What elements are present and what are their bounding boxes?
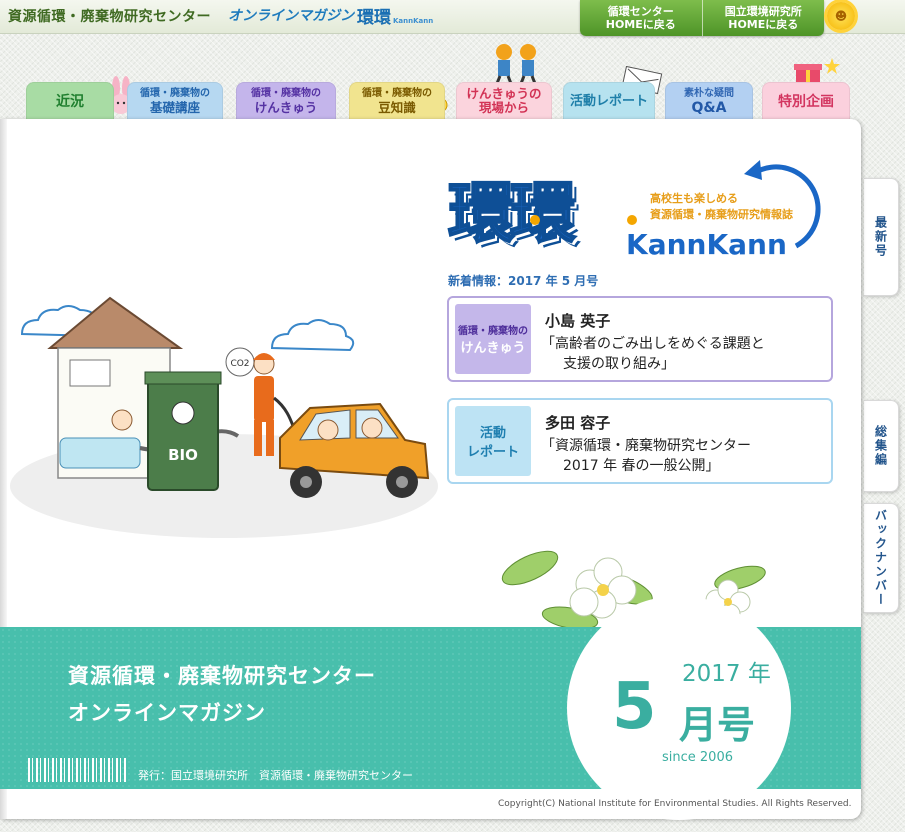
nies-home-line1: 国立環境研究所 — [724, 5, 802, 18]
news-label: 新着情報：2017 年 5 月号 — [448, 274, 599, 288]
news-title-line2: 2017 年 春の一般公開」 — [563, 458, 720, 474]
nies-home-button[interactable]: 国立環境研究所 HOMEに戻る — [701, 0, 825, 36]
logo-dot — [627, 215, 637, 225]
co2-label: CO2 — [230, 359, 249, 369]
news-author: 小島 英子 — [545, 312, 611, 330]
news-card-research[interactable]: 循環・廃棄物の けんきゅう 小島 英子 「高齢者のごみ出しをめぐる課題と 支援の… — [447, 296, 833, 382]
news-card-badge: 循環・廃棄物の けんきゅう — [455, 304, 531, 374]
news-card-report[interactable]: 活動 レポート 多田 容子 「資源循環・廃棄物研究センター 2017 年 春の一… — [447, 398, 833, 484]
news-author: 多田 容子 — [545, 414, 611, 432]
issue-since: since 2006 — [662, 750, 733, 765]
issue-number: 5 — [612, 670, 657, 744]
news-title-line1: 「高齢者のごみ出しをめぐる課題と — [541, 336, 765, 352]
side-tab-latest[interactable]: 最新号 — [864, 178, 899, 296]
magazine-title[interactable]: オンラインマガジン — [228, 5, 354, 25]
tab-recent-label: 近況 — [56, 94, 84, 110]
magazine-logo-small-sub: KannKann — [393, 17, 434, 25]
tab-field-label1: けんきゅうの — [466, 86, 542, 101]
badge-sub: 循環・廃棄物の — [458, 326, 528, 337]
bio-bin-label: BIO — [168, 446, 198, 464]
barcode-icon — [28, 758, 128, 782]
news-title: 「高齢者のごみ出しをめぐる課題と 支援の取り組み」 — [541, 334, 831, 374]
center-home-button[interactable]: 循環センター HOMEに戻る — [580, 0, 702, 36]
tab-basic-course-label: 基礎講座 — [149, 100, 200, 115]
tab-trivia-sub: 循環・廃棄物の — [362, 88, 432, 99]
logo-dot — [530, 215, 540, 225]
badge-sub: 活動 — [479, 426, 506, 441]
tab-basic-course-sub: 循環・廃棄物の — [140, 88, 210, 99]
center-home-line2: HOMEに戻る — [605, 18, 676, 31]
logo-tagline-2: 資源循環・廃棄物研究情報誌 — [650, 208, 793, 221]
kannkann-logo-latin: KannKann — [626, 228, 787, 261]
site-title[interactable]: 資源循環・廃棄物研究センター — [8, 6, 211, 26]
magazine-logo-small-text: 環環 — [357, 8, 391, 28]
kannkann-logo[interactable]: 環環 — [447, 160, 577, 256]
copyright: Copyright(C) National Institute for Envi… — [498, 799, 852, 809]
badge-main: けんきゅう — [460, 341, 526, 356]
workers-icon — [494, 44, 538, 86]
nies-home-line2: HOMEに戻る — [728, 18, 799, 31]
tab-research-sub: 循環・廃棄物の — [251, 88, 321, 99]
tab-special-label: 特別企画 — [778, 94, 834, 110]
footer-title-line2: オンラインマガジン — [68, 700, 266, 725]
header-home-buttons: 循環センター HOMEに戻る 国立環境研究所 HOMEに戻る — [580, 0, 824, 36]
tab-qa-label: Q&A — [691, 100, 727, 116]
publisher-text: 発行：国立環境研究所 資源循環・廃棄物研究センター — [138, 769, 413, 782]
center-home-line1: 循環センター — [607, 5, 674, 18]
sun-icon: ☻ — [827, 2, 855, 30]
side-tab-back-numbers[interactable]: バックナンバー — [864, 503, 899, 613]
news-title: 「資源循環・廃棄物研究センター 2017 年 春の一般公開」 — [541, 436, 831, 476]
tab-trivia-label: 豆知識 — [378, 100, 416, 115]
tab-research-label: けんきゅう — [254, 100, 318, 115]
tab-field-label2: 現場から — [478, 100, 529, 115]
news-title-line2: 支援の取り組み」 — [563, 356, 675, 372]
badge-main: レポート — [466, 445, 519, 460]
magazine-logo-small[interactable]: 環環 KannKann — [357, 3, 433, 28]
logo-tagline-1: 高校生も楽しめる — [650, 192, 738, 205]
issue-month: 月号 — [679, 703, 756, 747]
recycling-illustration: BIO CO2 — [10, 296, 438, 538]
tab-qa-sub: 素朴な疑問 — [684, 88, 734, 99]
news-card-badge: 活動 レポート — [455, 406, 531, 476]
side-tab-compilation[interactable]: 総集編 — [864, 400, 899, 492]
tab-activity-report-label: 活動レポート — [569, 94, 648, 109]
footer-title-line1: 資源循環・廃棄物研究センター — [68, 663, 376, 688]
news-title-line1: 「資源循環・廃棄物研究センター — [541, 438, 751, 454]
issue-year: 2017 年 — [682, 661, 771, 687]
